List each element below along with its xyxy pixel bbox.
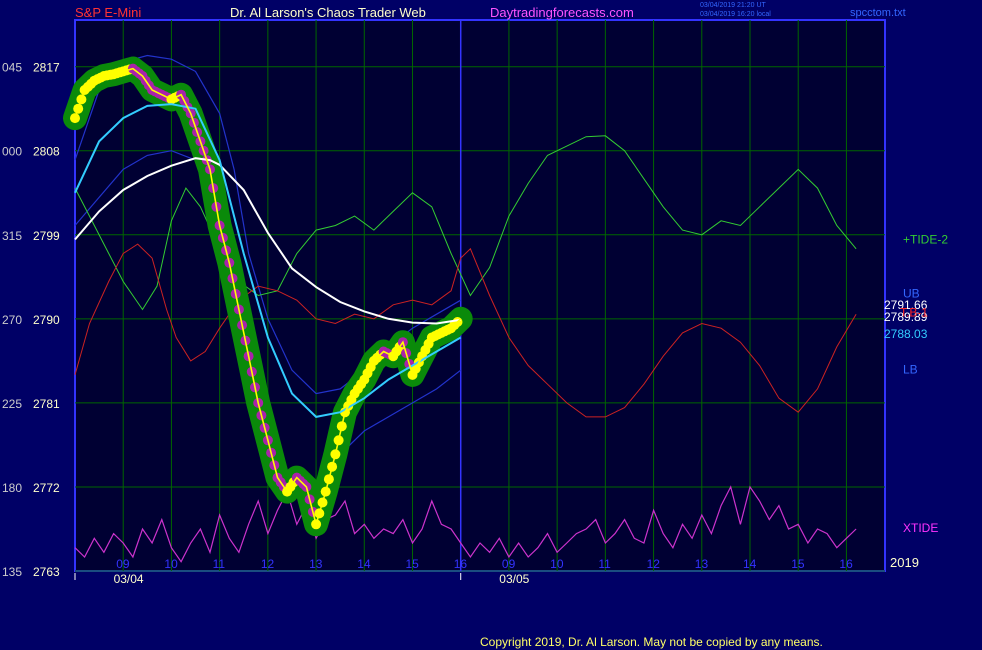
y-tick-price: 2808 (33, 145, 60, 159)
right-label: XTIDE (903, 521, 938, 535)
right-label: LB (903, 362, 918, 376)
x-tick-label: 12 (261, 557, 275, 571)
y-tick-aux: 180 (2, 481, 22, 495)
y-tick-price: 2790 (33, 313, 60, 327)
footer-copyright: Copyright 2019, Dr. Al Larson. May not b… (480, 635, 823, 649)
y-tick-price: 2781 (33, 397, 60, 411)
y-tick-aux: 000 (2, 145, 22, 159)
y-tick-price: 2799 (33, 229, 60, 243)
right-labels: +TIDE-2UB2791.662789.89T.B-12788.03LBXTI… (884, 232, 948, 535)
year-label: 2019 (890, 555, 919, 570)
x-tick-label: 16 (454, 557, 468, 571)
y-tick-aux: 135 (2, 565, 22, 579)
y-tick-aux: 045 (2, 61, 22, 75)
x-tick-label: 09 (116, 557, 130, 571)
x-tick-label: 11 (213, 557, 226, 571)
x-tick-label: 11 (598, 557, 611, 571)
x-tick-label: 13 (695, 557, 709, 571)
x-tick-label: 10 (164, 557, 178, 571)
header-timestamp-local: 03/04/2019 16:20 local (700, 11, 771, 18)
header-title-center: Dr. Al Larson's Chaos Trader Web (230, 5, 426, 20)
x-tick-label: 09 (502, 557, 516, 571)
x-tick-label: 12 (647, 557, 661, 571)
y-tick-price: 2817 (33, 61, 60, 75)
y-tick-price: 2772 (33, 481, 60, 495)
x-tick-label: 14 (357, 557, 371, 571)
header-timestamp-ut: 03/04/2019 21:20 UT (700, 2, 766, 9)
y-tick-aux: 225 (2, 397, 22, 411)
right-label: +TIDE-2 (903, 232, 948, 246)
header-file: spcctom.txt (850, 7, 906, 19)
x-tick-label: 10 (550, 557, 564, 571)
y-tick-price: 2763 (33, 565, 60, 579)
date-label: 03/04 (114, 572, 144, 586)
y-tick-aux: 315 (2, 229, 22, 243)
x-tick-label: 15 (406, 557, 420, 571)
chart: 135 2763 180 2772 225 2781 270 2790 315 2799 000 28… (2, 2, 948, 649)
x-tick-label: 13 (309, 557, 323, 571)
right-label: 2788.03 (884, 327, 928, 341)
header-title-left: S&P E-Mini (75, 5, 141, 20)
right-label: T.B-1 (900, 305, 928, 319)
x-tick-label: 16 (839, 557, 853, 571)
header-site[interactable]: Daytradingforecasts.com (490, 5, 634, 20)
date-label: 03/05 (499, 572, 529, 586)
x-tick-label: 15 (791, 557, 805, 571)
x-tick-label: 14 (743, 557, 757, 571)
y-tick-aux: 270 (2, 313, 22, 327)
